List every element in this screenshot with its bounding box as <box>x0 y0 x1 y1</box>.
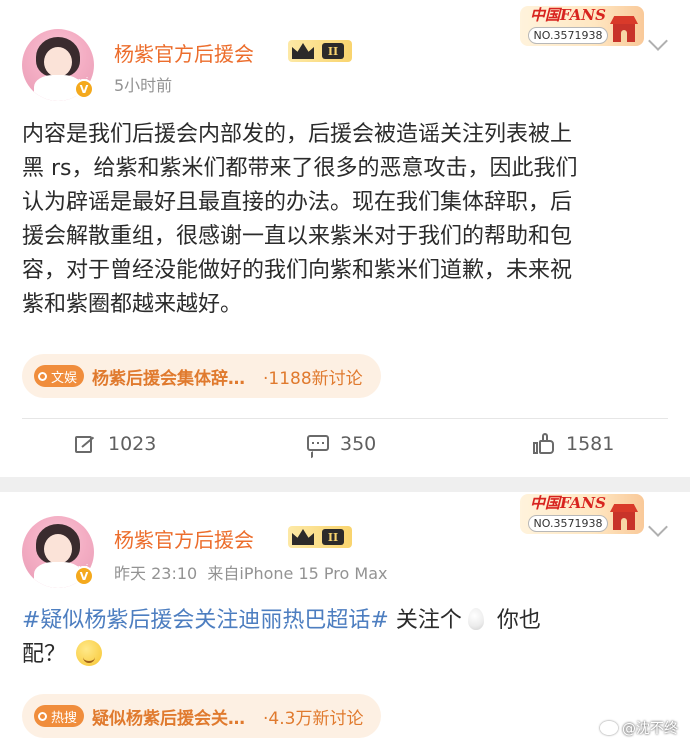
watermark: @沈不终 <box>600 718 678 738</box>
member-level-badge[interactable]: II <box>288 526 352 548</box>
username[interactable]: 杨紫官方后援会 <box>114 38 254 67</box>
post-meta: 昨天 23:10 来自iPhone 15 Pro Max <box>114 564 388 583</box>
like-button[interactable]: 1581 <box>532 432 614 456</box>
hashtag-link[interactable]: #疑似杨紫后援会关注迪丽热巴超话# <box>22 608 389 633</box>
topic-pill[interactable]: 文娱 杨紫后援会集体辞… ·1188新讨论 <box>22 354 381 398</box>
post-card-2: Yangzi V 杨紫官方后援会 II 昨天 23:10 来自iPhone 15… <box>0 492 690 748</box>
like-icon <box>532 432 556 456</box>
crown-icon <box>292 43 314 59</box>
post-card-1: Yangzi V 杨紫官方后援会 II 5小时前 中国FANS NO.35719… <box>0 0 690 477</box>
search-icon <box>38 371 47 381</box>
topic-tag: 热搜 <box>34 705 85 727</box>
topic-pill[interactable]: 热搜 疑似杨紫后援会关… ·4.3万新讨论 <box>22 694 382 738</box>
post-content: #疑似杨紫后援会关注迪丽热巴超话# 关注个 你也 配？ <box>22 608 541 667</box>
tiananmen-icon <box>610 504 638 532</box>
post-time: 5小时前 <box>114 76 173 95</box>
post-content: 内容是我们后援会内部发的，后援会被造谣关注列表被上 黑 rs，给紫和紫米们都带来… <box>22 122 578 317</box>
verified-icon: V <box>74 79 94 99</box>
egg-emoji-icon <box>467 608 484 630</box>
verified-icon: V <box>74 566 94 586</box>
share-icon <box>74 432 98 456</box>
shush-emoji-icon <box>76 640 103 666</box>
divider <box>22 418 668 419</box>
chevron-down-icon[interactable] <box>648 31 668 51</box>
comment-icon <box>306 432 330 459</box>
comment-button[interactable]: 350 <box>306 432 376 459</box>
fans-badge[interactable]: 中国FANS NO.3571938 <box>520 490 644 536</box>
fans-badge[interactable]: 中国FANS NO.3571938 <box>520 2 644 48</box>
tiananmen-icon <box>610 16 638 44</box>
share-button[interactable]: 1023 <box>74 432 156 456</box>
crown-icon <box>292 529 314 545</box>
weibo-logo-icon <box>600 721 618 735</box>
member-level-badge[interactable]: II <box>288 40 352 62</box>
username[interactable]: 杨紫官方后援会 <box>114 524 254 553</box>
chevron-down-icon[interactable] <box>648 517 668 537</box>
topic-tag: 文娱 <box>34 365 85 387</box>
search-icon <box>38 711 47 721</box>
